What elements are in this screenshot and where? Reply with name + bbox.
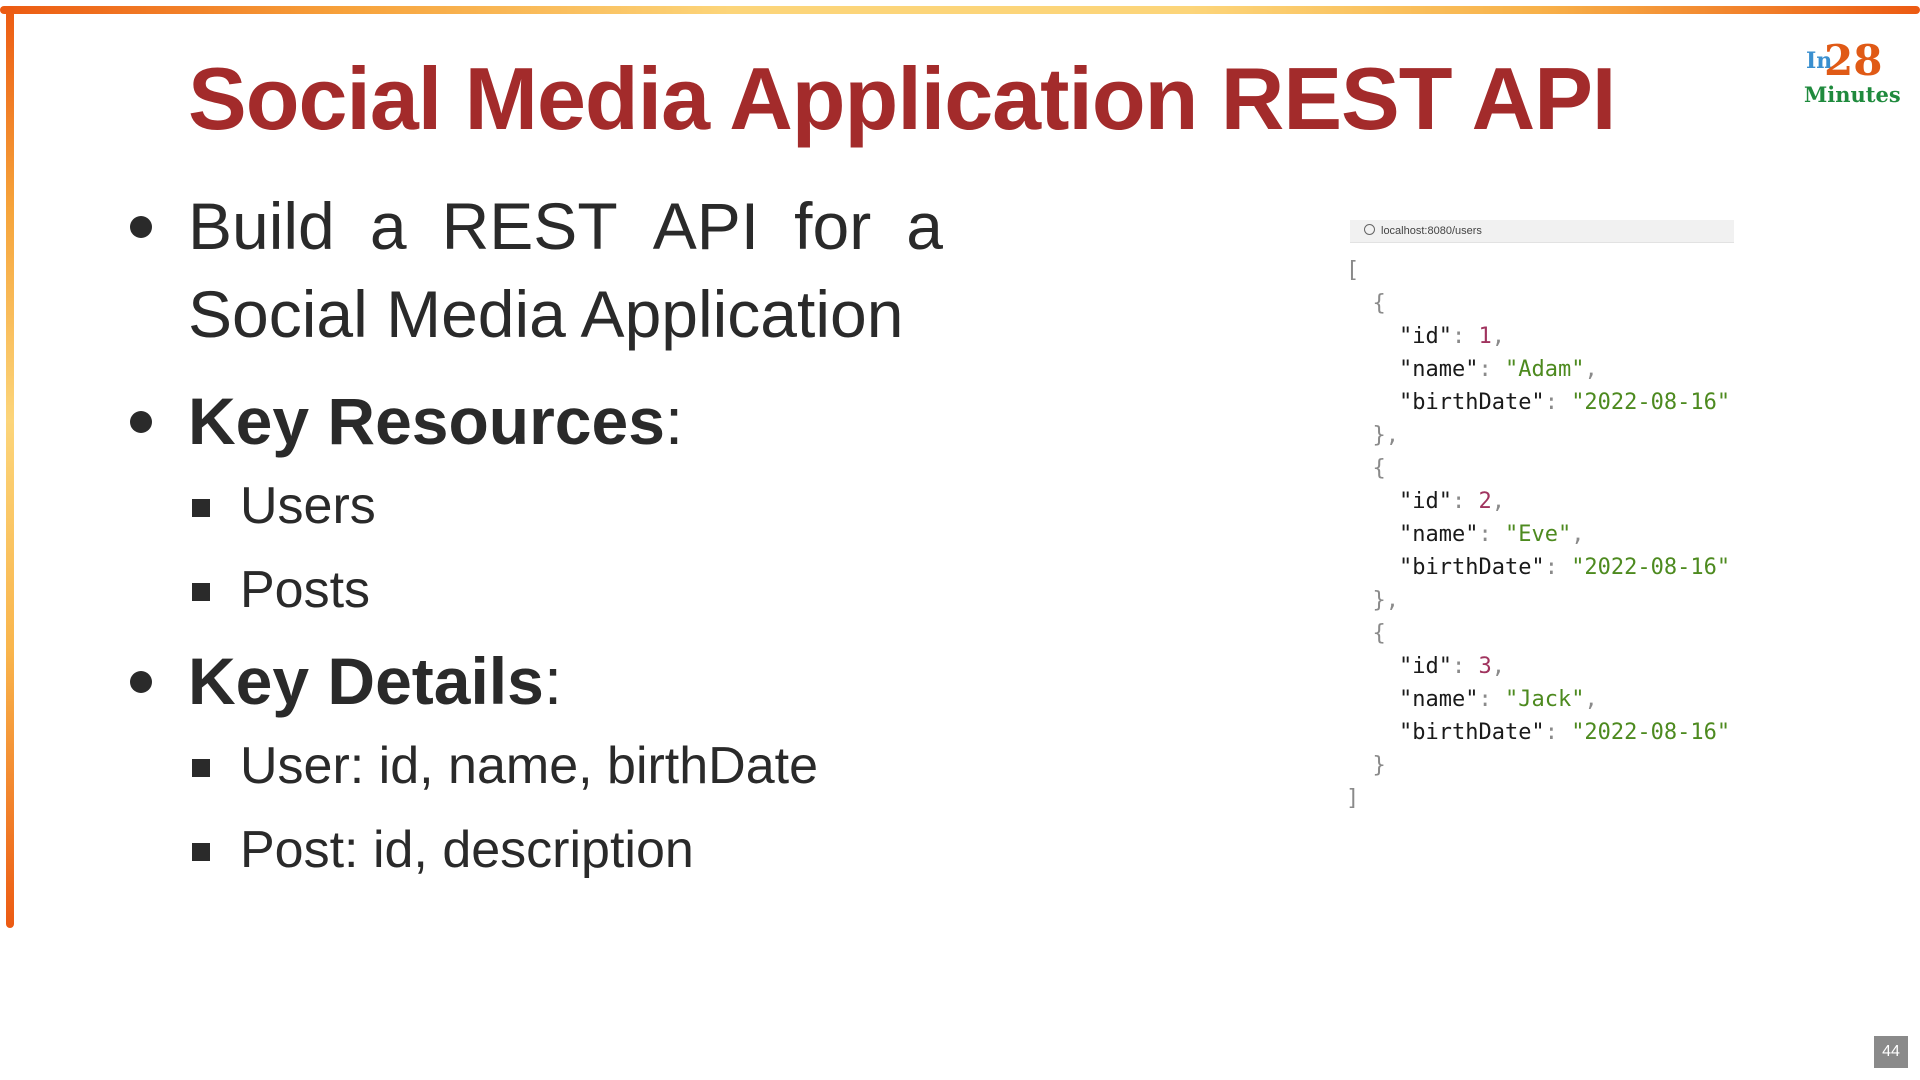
- json-brace: },: [1372, 588, 1400, 613]
- sub-item-posts: Posts: [192, 560, 371, 620]
- sub-item-label: Posts: [240, 561, 371, 619]
- json-key: "id": [1398, 324, 1452, 349]
- json-value: "Eve": [1504, 522, 1572, 547]
- json-value: 3: [1478, 654, 1492, 679]
- json-value: "Jack": [1504, 687, 1585, 712]
- left-frame-stroke: [6, 6, 14, 928]
- json-key: "id": [1398, 654, 1452, 679]
- json-response-screenshot: localhost:8080/users [ { "id": 1, "name"…: [1342, 220, 1734, 820]
- json-key: "name": [1398, 357, 1479, 382]
- json-value: 1: [1478, 324, 1492, 349]
- bullet-dot: [130, 411, 152, 433]
- bullet-word: API: [652, 189, 760, 263]
- slide: Social Media Application REST API In 28 …: [0, 0, 1920, 1080]
- json-key: "name": [1398, 522, 1479, 547]
- json-brace: }: [1372, 753, 1386, 778]
- json-value: "2022-08-16": [1571, 390, 1731, 415]
- bullet-word: a: [369, 189, 407, 263]
- sub-item-users: Users: [192, 476, 376, 536]
- bullet-colon: :: [543, 644, 563, 718]
- json-brace: },: [1372, 423, 1400, 448]
- bullet-line: Social Media Application: [188, 277, 904, 351]
- url-text: localhost:8080/users: [1381, 225, 1482, 237]
- bullet-word: Build: [188, 189, 335, 263]
- bullet-build-api: Build a REST API for a Social Media Appl…: [130, 188, 948, 352]
- sub-item-label: Post: id, description: [240, 821, 694, 879]
- info-icon: [1364, 224, 1375, 235]
- bullet-label: Key Details: [188, 644, 544, 718]
- json-value: "Adam": [1504, 357, 1585, 382]
- json-value: "2022-08-16": [1571, 720, 1731, 745]
- square-bullet: [192, 499, 210, 517]
- square-bullet: [192, 843, 210, 861]
- json-key: "id": [1398, 489, 1452, 514]
- json-brace: {: [1372, 291, 1386, 316]
- bullet-key-resources: Key Resources:: [130, 383, 684, 459]
- sub-item-label: Users: [240, 477, 376, 535]
- bullet-dot: [130, 671, 152, 693]
- bullet-dot: [130, 216, 152, 238]
- json-key: "name": [1398, 687, 1479, 712]
- bullet-word: a: [906, 189, 943, 263]
- json-key: "birthDate": [1398, 555, 1545, 580]
- top-frame-stroke: [0, 6, 1920, 14]
- json-body: [ { "id": 1, "name": "Adam", "birthDate"…: [1346, 258, 1731, 811]
- bullet-line: Build a REST API for a: [188, 188, 943, 264]
- bullet-word: for: [794, 189, 872, 263]
- in28minutes-logo: In 28 Minutes: [1800, 36, 1901, 107]
- bullet-word: REST: [441, 189, 618, 263]
- json-bracket: ]: [1346, 786, 1360, 811]
- json-brace: {: [1372, 621, 1386, 646]
- browser-url-bar: localhost:8080/users: [1350, 220, 1734, 243]
- slide-title: Social Media Application REST API: [188, 49, 1616, 148]
- json-value: 2: [1478, 489, 1492, 514]
- json-brace: {: [1372, 456, 1386, 481]
- bullet-key-details: Key Details:: [130, 643, 563, 719]
- json-value: "2022-08-16": [1571, 555, 1731, 580]
- json-key: "birthDate": [1398, 720, 1545, 745]
- sub-item-user-details: User: id, name, birthDate: [192, 736, 819, 796]
- square-bullet: [192, 583, 210, 601]
- bullet-label: Key Resources: [188, 384, 665, 458]
- json-bracket: [: [1346, 258, 1360, 283]
- square-bullet: [192, 759, 210, 777]
- page-number: 44: [1874, 1036, 1908, 1068]
- sub-item-label: User: id, name, birthDate: [240, 737, 819, 795]
- json-key: "birthDate": [1398, 390, 1545, 415]
- logo-number: 28: [1824, 36, 1883, 85]
- bullet-colon: :: [664, 384, 684, 458]
- logo-word: Minutes: [1804, 82, 1901, 107]
- sub-item-post-details: Post: id, description: [192, 820, 694, 880]
